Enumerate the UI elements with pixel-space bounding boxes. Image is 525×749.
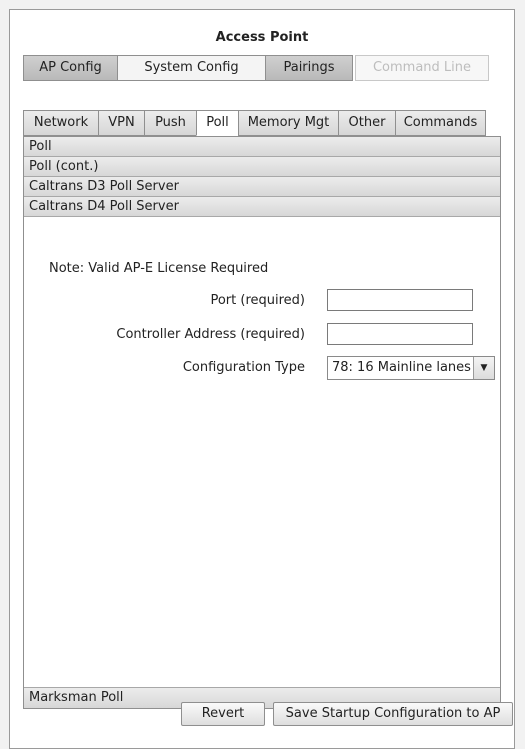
section-caltrans-d3[interactable]: Caltrans D3 Poll Server [24, 177, 500, 197]
tab-command-line: Command Line [355, 55, 489, 81]
access-point-window: Access Point AP Config System Config Pai… [9, 9, 515, 749]
tab-network[interactable]: Network [23, 110, 98, 136]
section-poll-cont[interactable]: Poll (cont.) [24, 157, 500, 177]
port-input[interactable] [327, 289, 473, 311]
window-title: Access Point [215, 30, 309, 45]
chevron-down-icon[interactable]: ▼ [473, 357, 494, 379]
tab-pairings[interactable]: Pairings [265, 55, 353, 81]
tab-other[interactable]: Other [338, 110, 395, 136]
configuration-type-select[interactable]: 78: 16 Mainline lanes ▼ [327, 356, 495, 380]
revert-button[interactable]: Revert [181, 702, 265, 726]
tab-vpn[interactable]: VPN [98, 110, 144, 136]
controller-address-label: Controller Address (required) [116, 327, 305, 342]
tab-push[interactable]: Push [144, 110, 196, 136]
tab-commands[interactable]: Commands [395, 110, 486, 136]
controller-address-input[interactable] [327, 323, 473, 345]
port-label: Port (required) [210, 293, 305, 308]
configuration-type-label: Configuration Type [182, 360, 305, 375]
sub-tab-bar: Network VPN Push Poll Memory Mgt Other C… [23, 110, 486, 136]
section-caltrans-d4[interactable]: Caltrans D4 Poll Server [24, 197, 500, 217]
section-poll[interactable]: Poll [24, 137, 500, 157]
poll-panel: Poll Poll (cont.) Caltrans D3 Poll Serve… [23, 136, 501, 709]
tab-memory-mgt[interactable]: Memory Mgt [238, 110, 338, 136]
tab-ap-config[interactable]: AP Config [23, 55, 117, 81]
top-tab-bar: AP Config System Config Pairings Command… [23, 55, 489, 81]
tab-poll[interactable]: Poll [196, 110, 238, 136]
configuration-type-value: 78: 16 Mainline lanes [332, 360, 471, 375]
license-note: Note: Valid AP-E License Required [49, 261, 269, 276]
tab-system-config[interactable]: System Config [117, 55, 265, 81]
save-startup-config-button[interactable]: Save Startup Configuration to AP [273, 702, 513, 726]
